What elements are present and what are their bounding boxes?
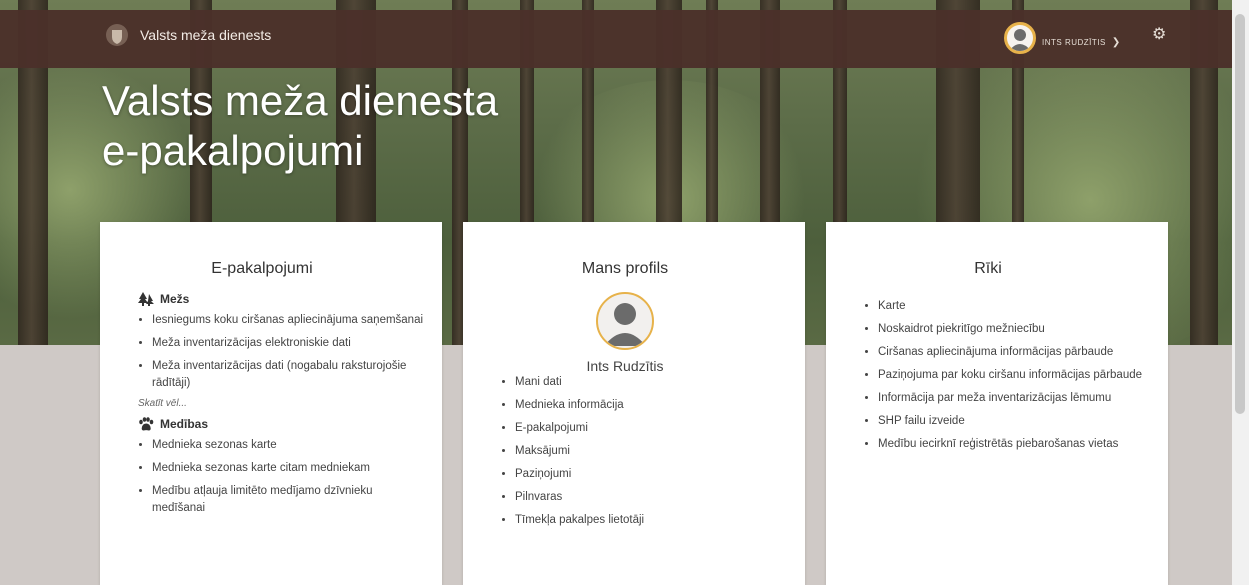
profile-avatar [596,292,654,350]
page-title: Valsts meža dienesta e-pakalpojumi [102,76,498,176]
scrollbar-thumb[interactable] [1235,14,1245,414]
card-my-profile: Mans profils Ints Rudzītis Mani dati Med… [463,222,805,585]
list-item[interactable]: Karte [878,298,1150,315]
list-item[interactable]: Mani dati [515,374,787,391]
list-item[interactable]: Mednieka sezonas karte citam medniekam [152,460,424,477]
person-icon [604,303,646,346]
section-medibas: Medības [138,417,424,431]
list-item[interactable]: Mednieka informācija [515,397,787,414]
coat-of-arms-icon [106,24,128,46]
person-icon [1009,29,1031,51]
tools-list: Karte Noskaidrot piekritīgo mežniecību C… [826,298,1150,453]
chevron-down-icon[interactable]: ❯ [1112,37,1120,48]
list-mezs: Iesniegums koku ciršanas apliecinājuma s… [100,312,424,392]
list-item[interactable]: E-pakalpojumi [515,420,787,437]
list-item[interactable]: Informācija par meža inventarizācijas lē… [878,390,1150,407]
user-avatar [1004,22,1036,54]
list-item[interactable]: Pilnvaras [515,489,787,506]
card-title-e-services: E-pakalpojumi [211,260,313,277]
paw-icon [139,417,154,431]
see-more-link[interactable]: Skatīt vēl... [138,398,424,409]
list-item[interactable]: Ciršanas apliecinājuma informācijas pārb… [878,344,1150,361]
gear-icon[interactable]: ⚙ [1152,24,1166,44]
profile-menu-list: Mani dati Mednieka informācija E-pakalpo… [463,374,787,529]
list-item[interactable]: Mednieka sezonas karte [152,437,424,454]
card-title-my-profile: Mans profils [581,260,669,277]
user-menu[interactable]: INTS RUDZĪTIS ❯ [1004,22,1120,54]
list-item[interactable]: Paziņojuma par koku ciršanu informācijas… [878,367,1150,384]
list-item[interactable]: Maksājumi [515,443,787,460]
list-item[interactable]: SHP failu izveide [878,413,1150,430]
list-medibas: Mednieka sezonas karte Mednieka sezonas … [100,437,424,517]
brand-name: Valsts meža dienests [140,27,272,43]
list-item[interactable]: Medību iecirknī reģistrētās piebarošanas… [878,436,1150,453]
list-item[interactable]: Meža inventarizācijas elektroniskie dati [152,335,424,352]
section-mezs: Mežs [138,292,424,306]
list-item[interactable]: Medību atļauja limitēto medījamo dzīvnie… [152,483,424,517]
user-name: INTS RUDZĪTIS [1042,37,1106,47]
list-item[interactable]: Meža inventarizācijas dati (nogabalu rak… [152,358,424,392]
vertical-scrollbar[interactable] [1232,0,1249,585]
list-item[interactable]: Paziņojumi [515,466,787,483]
list-item[interactable]: Noskaidrot piekritīgo mežniecību [878,321,1150,338]
page-title-line-1: Valsts meža dienesta [102,77,499,124]
card-tools: Rīki Karte Noskaidrot piekritīgo mežniec… [826,222,1168,585]
section-label-mezs: Mežs [160,292,190,306]
card-title-tools: Rīki [974,260,1002,277]
list-item[interactable]: Iesniegums koku ciršanas apliecinājuma s… [152,312,424,329]
page-title-line-2: e-pakalpojumi [102,127,364,174]
section-label-medibas: Medības [160,417,209,431]
brand-link[interactable]: Valsts meža dienests [104,22,271,48]
profile-name: Ints Rudzītis [586,358,664,374]
trees-icon [138,292,154,306]
card-e-services: E-pakalpojumi Mežs Iesniegums koku cirša… [100,222,442,585]
list-item[interactable]: Tīmekļa pakalpes lietotāji [515,512,787,529]
